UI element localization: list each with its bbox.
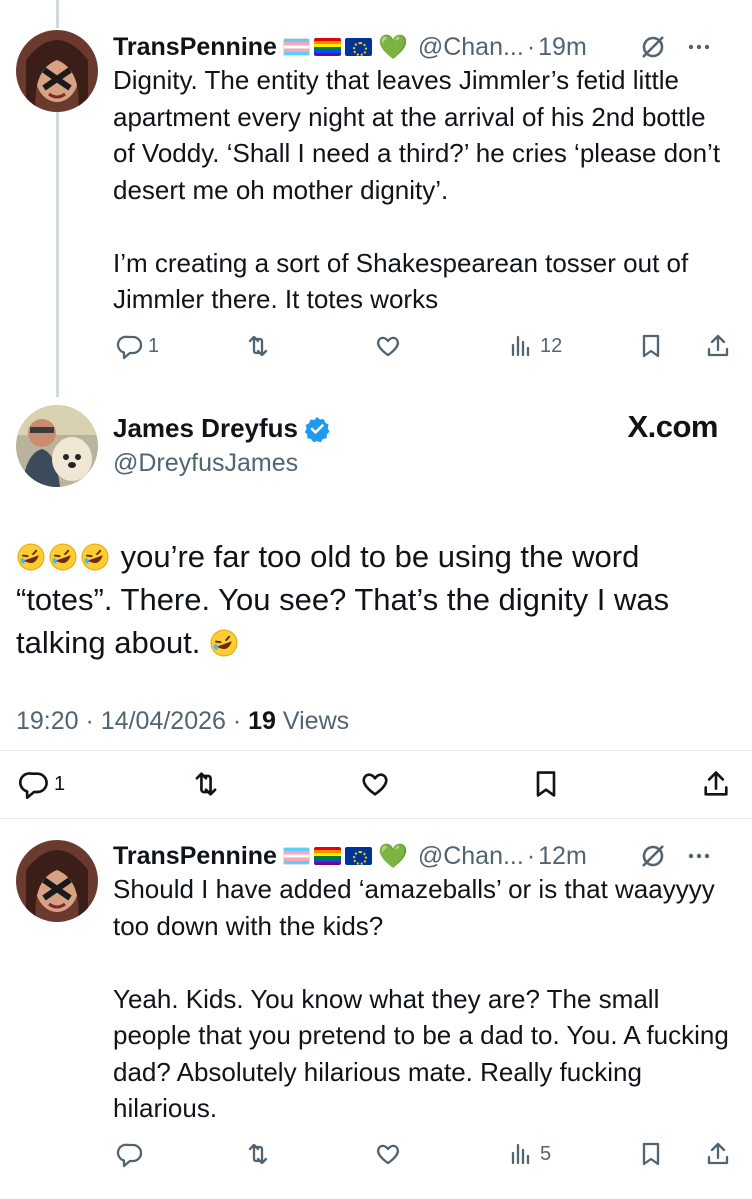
rofl-emoji-icon xyxy=(17,543,45,571)
views-button[interactable]: 5 xyxy=(508,1136,551,1172)
view-count: 5 xyxy=(540,1142,552,1165)
grok-icon[interactable] xyxy=(638,841,668,871)
reply-button[interactable]: 1 xyxy=(116,328,159,364)
timestamp[interactable]: 19:20 · 14/04/2026 · xyxy=(16,707,248,735)
reply-header: TransPennine 💚 @Chan... · 12m xyxy=(113,839,732,873)
reply-count: 1 xyxy=(54,772,66,795)
view-count: 19 xyxy=(248,707,276,735)
green-heart-icon: 💚 xyxy=(377,33,408,61)
bookmark-icon xyxy=(642,334,660,358)
reply-button[interactable] xyxy=(116,1136,144,1172)
tweet-text: you’re far too old to be using the word … xyxy=(16,535,736,664)
repost-button[interactable] xyxy=(244,328,272,364)
rofl-emoji-icon xyxy=(49,543,77,571)
author-name-row: James Dreyfus xyxy=(113,413,330,444)
like-button[interactable] xyxy=(359,766,391,802)
repost-icon xyxy=(248,335,268,357)
bookmark-icon xyxy=(642,1142,660,1166)
avatar-jamesdreyfus[interactable] xyxy=(16,405,98,487)
tweet-text: Should I have added ‘amazeballs’ or is t… xyxy=(113,874,729,1123)
tweet-text: Dignity. The entity that leaves Jimmler’… xyxy=(113,65,721,314)
name-emoji-flags: 💚 xyxy=(282,33,408,62)
author-name[interactable]: James Dreyfus xyxy=(113,413,298,444)
share-icon xyxy=(704,771,728,796)
bookmark-icon xyxy=(536,771,556,797)
verified-badge-icon[interactable] xyxy=(304,416,330,442)
reply-icon xyxy=(116,1143,143,1168)
reply2-actions: 5 xyxy=(0,1136,752,1172)
x-com-watermark: X.com xyxy=(627,409,718,444)
analytics-icon xyxy=(511,335,530,357)
reply1-actions: 1 12 xyxy=(0,328,752,364)
view-count: 12 xyxy=(540,334,563,357)
separator-dot: · xyxy=(526,32,536,61)
tweet-meta: 19:20 · 14/04/2026 · 19 Views xyxy=(16,707,349,736)
bookmark-button[interactable] xyxy=(637,328,665,364)
grok-icon[interactable] xyxy=(638,32,668,62)
post-time[interactable]: 12m xyxy=(538,842,587,871)
avatar-transpennine[interactable] xyxy=(16,30,98,112)
rainbow-flag-icon xyxy=(313,38,341,56)
like-button[interactable] xyxy=(374,328,402,364)
reply-header: TransPennine 💚 @Chan... · 19m xyxy=(113,30,732,64)
avatar-transpennine[interactable] xyxy=(16,840,98,922)
more-options-icon[interactable] xyxy=(684,841,714,871)
more-options-icon[interactable] xyxy=(684,32,714,62)
share-button[interactable] xyxy=(704,1136,732,1172)
like-button[interactable] xyxy=(374,1136,402,1172)
name-emoji-flags: 💚 xyxy=(282,842,408,871)
bookmark-button[interactable] xyxy=(530,766,562,802)
reply-icon xyxy=(116,335,143,360)
share-button[interactable] xyxy=(704,328,732,364)
divider-bottom xyxy=(0,818,752,819)
divider-top xyxy=(0,750,752,751)
repost-icon xyxy=(248,1143,268,1165)
reply-button[interactable]: 1 xyxy=(18,766,65,802)
analytics-icon xyxy=(511,1143,530,1165)
separator-dot: · xyxy=(526,841,536,870)
heart-icon xyxy=(377,1144,399,1165)
post-time[interactable]: 19m xyxy=(538,33,587,62)
author-name[interactable]: TransPennine xyxy=(113,842,277,871)
repost-icon xyxy=(195,772,217,796)
repost-button[interactable] xyxy=(190,766,222,802)
repost-button[interactable] xyxy=(244,1136,272,1172)
rainbow-flag-icon xyxy=(313,847,341,865)
main-actions: 1 xyxy=(0,766,752,802)
share-icon xyxy=(707,1142,729,1165)
trans-flag-icon xyxy=(282,38,310,56)
author-name[interactable]: TransPennine xyxy=(113,33,277,62)
share-icon xyxy=(707,334,729,357)
share-button[interactable] xyxy=(700,766,732,802)
thread-line-top xyxy=(56,0,59,28)
heart-icon xyxy=(377,336,399,357)
reply-icon xyxy=(18,772,48,800)
rofl-emoji-icon xyxy=(81,543,109,571)
eu-flag-icon xyxy=(344,847,372,865)
tweet-text-body: you’re far too old to be using the word … xyxy=(16,539,678,660)
trans-flag-icon xyxy=(282,847,310,865)
heart-icon xyxy=(362,773,388,796)
bookmark-button[interactable] xyxy=(637,1136,665,1172)
green-heart-icon: 💚 xyxy=(377,842,408,870)
eu-flag-icon xyxy=(344,38,372,56)
rofl-emoji-icon xyxy=(210,629,238,657)
author-handle[interactable]: @Chan... xyxy=(418,33,524,62)
reply-count: 1 xyxy=(148,334,160,357)
views-label: Views xyxy=(275,707,350,735)
author-handle[interactable]: @DreyfusJames xyxy=(113,449,298,478)
views-button[interactable]: 12 xyxy=(508,328,562,364)
author-handle[interactable]: @Chan... xyxy=(418,842,524,871)
